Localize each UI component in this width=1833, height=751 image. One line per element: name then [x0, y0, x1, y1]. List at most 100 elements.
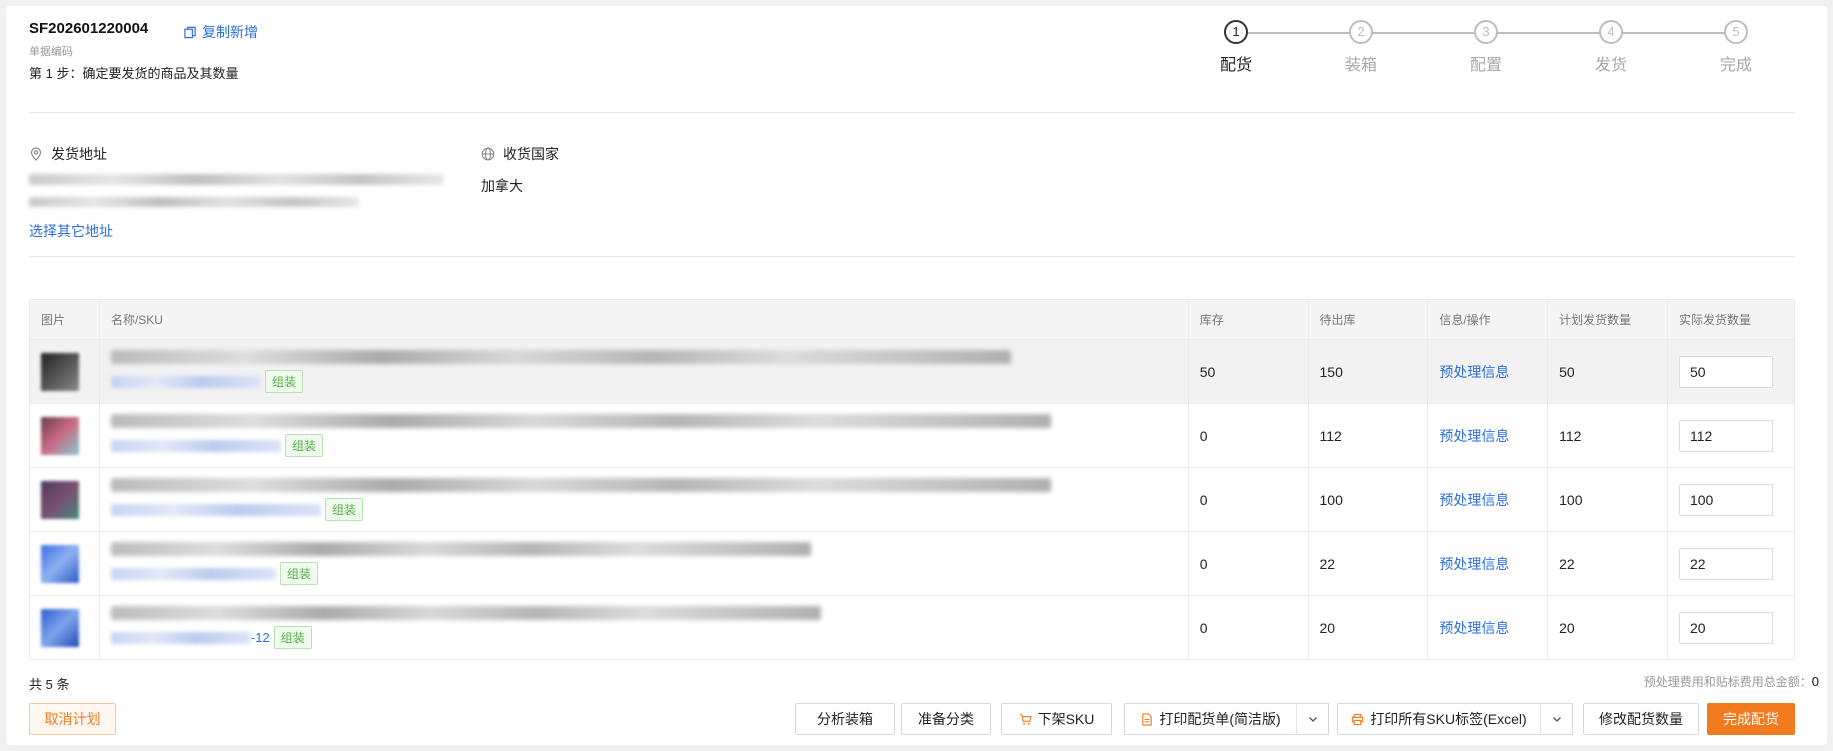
document-number: SF202601220004 — [29, 20, 149, 37]
sku-code[interactable] — [110, 439, 281, 452]
step-1-label: 配货 — [1219, 57, 1252, 74]
stock-cell: 50 — [1188, 339, 1309, 404]
product-image-cell — [29, 403, 100, 468]
table-row: 组装 0 100 预处理信息 100 — [29, 467, 1796, 532]
actual-qty-cell — [1667, 403, 1796, 468]
prepare-category-button[interactable]: 准备分类 — [901, 703, 991, 735]
modify-quantity-button[interactable]: 修改配货数量 — [1583, 703, 1699, 735]
actual-qty-input[interactable] — [1678, 355, 1773, 388]
fee-total-value: 0 — [1811, 674, 1819, 689]
step-5: 5 完成 — [1706, 20, 1766, 75]
col-header-info: 信息/操作 — [1427, 299, 1549, 340]
header-divider — [29, 112, 1795, 113]
copy-icon — [184, 26, 196, 38]
product-image-cell — [29, 467, 100, 532]
sku-suffix[interactable]: -12 — [251, 630, 270, 645]
col-header-pending: 待出库 — [1308, 299, 1429, 340]
product-thumbnail[interactable] — [41, 480, 79, 519]
sku-row: -12 组装 — [110, 626, 1188, 649]
print-picking-list-label: 打印配货单(简洁版) — [1159, 711, 1281, 727]
preprocess-info-link[interactable]: 预处理信息 — [1439, 364, 1509, 380]
pending-cell: 20 — [1308, 595, 1429, 660]
analyze-packing-button[interactable]: 分析装箱 — [795, 703, 895, 735]
step-1-number: 1 — [1224, 20, 1248, 44]
planned-qty-cell: 100 — [1547, 467, 1668, 532]
table-row: 组装 50 150 预处理信息 50 — [29, 339, 1796, 404]
actual-qty-input[interactable] — [1678, 611, 1773, 644]
product-thumbnail[interactable] — [41, 608, 79, 647]
fee-total-label: 预处理费用和贴标费用总金额： — [1643, 675, 1812, 689]
document-icon — [1142, 712, 1153, 726]
sku-table: 图片 名称/SKU 库存 待出库 信息/操作 计划发货数量 实际发货数量 组装 5… — [29, 299, 1796, 660]
actual-qty-input[interactable] — [1678, 547, 1773, 580]
sku-code[interactable] — [110, 503, 321, 516]
product-name — [110, 478, 1051, 492]
print-picking-list-dropdown[interactable] — [1296, 703, 1329, 735]
info-cell: 预处理信息 — [1427, 531, 1549, 596]
actual-qty-cell — [1667, 467, 1796, 532]
sku-row: 组装 — [110, 370, 1188, 393]
location-pin-icon — [30, 147, 42, 161]
col-header-image: 图片 — [29, 299, 100, 340]
step-2-number: 2 — [1349, 20, 1373, 44]
step-4: 4 发货 — [1581, 20, 1641, 75]
pending-cell: 112 — [1308, 403, 1429, 468]
planned-qty-cell: 20 — [1547, 595, 1668, 660]
print-sku-labels-dropdown[interactable] — [1540, 703, 1573, 735]
assembly-tag: 组装 — [324, 498, 363, 521]
preprocess-info-link[interactable]: 预处理信息 — [1439, 556, 1509, 572]
remove-sku-button[interactable]: 下架SKU — [1001, 703, 1112, 735]
table-row: 组装 0 112 预处理信息 112 — [29, 403, 1796, 468]
actual-qty-cell — [1667, 531, 1796, 596]
actual-qty-input[interactable] — [1678, 483, 1773, 516]
destination-country-label: 收货国家 — [503, 146, 559, 162]
table-row: 组装 0 22 预处理信息 22 — [29, 531, 1796, 596]
pending-cell: 150 — [1308, 339, 1429, 404]
step-4-label: 发货 — [1594, 57, 1627, 74]
info-cell: 预处理信息 — [1427, 467, 1549, 532]
progress-steps: 1 配货 2 装箱 3 配置 4 发货 5 完成 — [1206, 20, 1766, 80]
sku-code[interactable] — [110, 631, 251, 644]
sku-code[interactable] — [110, 567, 276, 580]
copy-new-button[interactable]: 复制新增 — [184, 22, 258, 42]
print-sku-labels-label: 打印所有SKU标签(Excel) — [1370, 711, 1527, 727]
stock-cell: 0 — [1188, 467, 1309, 532]
print-sku-labels-button[interactable]: 打印所有SKU标签(Excel) — [1337, 703, 1541, 735]
destination-country-title: 收货国家 — [481, 144, 559, 164]
cart-icon — [1019, 713, 1032, 725]
choose-other-address-link[interactable]: 选择其它地址 — [29, 221, 113, 241]
document-number-label: 单据编码 — [29, 46, 73, 58]
sku-code[interactable] — [110, 375, 261, 388]
product-name-cell: 组装 — [99, 467, 1189, 532]
pending-cell: 100 — [1308, 467, 1429, 532]
product-name — [110, 606, 821, 620]
planned-qty-cell: 112 — [1547, 403, 1668, 468]
total-count: 共 5 条 — [29, 677, 70, 692]
product-name-cell: -12 组装 — [99, 595, 1189, 660]
stock-cell: 0 — [1188, 531, 1309, 596]
col-header-stock: 库存 — [1188, 299, 1309, 340]
product-image-cell — [29, 339, 100, 404]
col-header-planned-qty: 计划发货数量 — [1547, 299, 1668, 340]
print-picking-list-button[interactable]: 打印配货单(简洁版) — [1124, 703, 1297, 735]
complete-allocation-button[interactable]: 完成配货 — [1707, 703, 1795, 735]
assembly-tag: 组装 — [284, 434, 323, 457]
sku-row: 组装 — [110, 498, 1188, 521]
product-thumbnail[interactable] — [41, 544, 79, 583]
preprocess-info-link[interactable]: 预处理信息 — [1439, 492, 1509, 508]
product-thumbnail[interactable] — [41, 416, 79, 455]
cancel-plan-button[interactable]: 取消计划 — [29, 703, 116, 735]
globe-icon — [481, 147, 495, 161]
product-thumbnail[interactable] — [41, 352, 79, 391]
step-5-label: 完成 — [1719, 57, 1752, 74]
actual-qty-input[interactable] — [1678, 419, 1773, 452]
step-2-label: 装箱 — [1344, 57, 1377, 74]
product-name — [110, 414, 1051, 428]
preprocess-info-link[interactable]: 预处理信息 — [1439, 428, 1509, 444]
destination-country-value: 加拿大 — [481, 178, 523, 194]
ship-from-address-line-2 — [29, 197, 359, 207]
address-divider — [29, 256, 1795, 257]
sku-row: 组装 — [110, 434, 1188, 457]
preprocess-info-link[interactable]: 预处理信息 — [1439, 620, 1509, 636]
planned-qty-cell: 50 — [1547, 339, 1668, 404]
